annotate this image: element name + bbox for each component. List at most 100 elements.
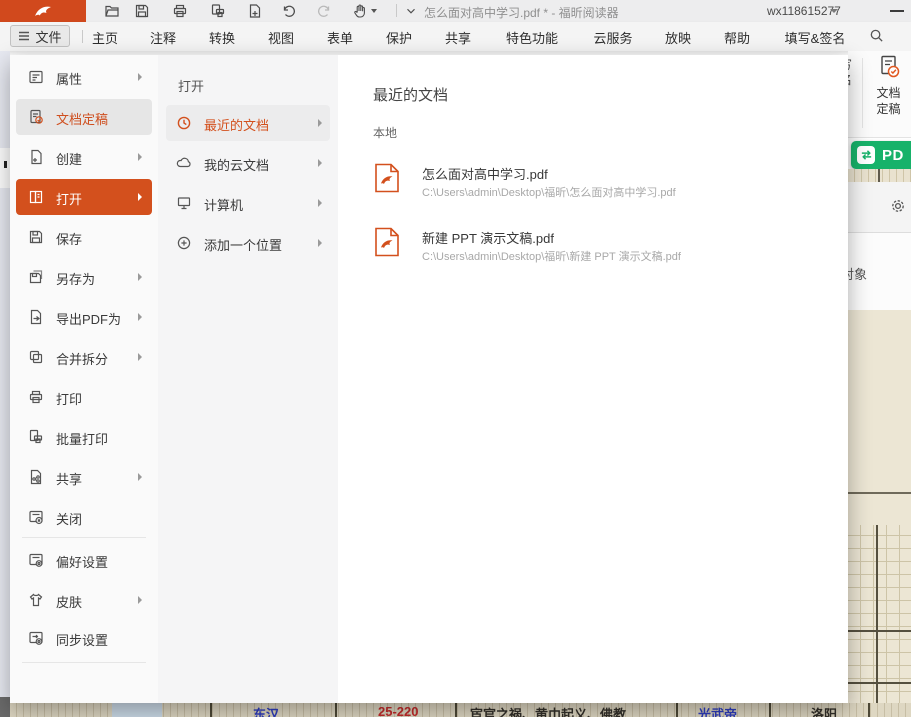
open-icon <box>28 189 44 205</box>
menu-item-properties[interactable]: 属性 <box>16 59 152 95</box>
tab-presentation[interactable]: 放映 <box>665 28 691 47</box>
skin-icon <box>28 592 44 608</box>
menu-divider <box>22 537 146 538</box>
submenu-header: 打开 <box>178 76 204 95</box>
preferences-icon <box>28 552 44 568</box>
submenu-arrow <box>138 193 142 201</box>
document-finalize-button[interactable]: 文档定稿 <box>866 55 911 133</box>
table-cell-highlight <box>112 703 162 717</box>
file-path: C:\Users\admin\Desktop\福昕\怎么面对高中学习.pdf <box>422 184 676 200</box>
file-name: 怎么面对高中学习.pdf <box>422 164 548 183</box>
print-menu-icon <box>28 389 44 405</box>
tab-home[interactable]: 主页 <box>92 28 118 47</box>
menu-item-create[interactable]: 创建 <box>16 139 152 175</box>
recent-file-row[interactable]: 新建 PPT 演示文稿.pdf C:\Users\admin\Desktop\福… <box>362 225 822 277</box>
submenu-item-computer[interactable]: 计算机 <box>166 185 330 221</box>
title-bar: 怎么面对高中学习.pdf * - 福昕阅读器 wx118615277 <box>0 0 911 22</box>
clock-icon <box>176 115 192 131</box>
print-icon[interactable] <box>172 3 188 19</box>
menu-divider <box>22 662 146 663</box>
pdf-file-icon <box>374 163 400 193</box>
save-icon[interactable] <box>134 3 150 19</box>
tab-cloud-service[interactable]: 云服务 <box>593 28 632 47</box>
menu-item-open[interactable]: 打开 <box>16 179 152 215</box>
search-icon[interactable] <box>869 28 884 43</box>
sync-settings-icon <box>28 630 44 646</box>
finalize-icon <box>28 109 44 125</box>
recent-documents-title: 最近的文档 <box>373 84 448 105</box>
account-dropdown-caret[interactable] <box>830 9 838 13</box>
submenu-arrow <box>138 473 142 481</box>
cloud-icon <box>176 155 192 171</box>
file-menu-sidebar: 属性 文档定稿 创建 打开 保存 <box>10 55 158 703</box>
table-cell-years: 25-220 <box>378 704 418 717</box>
background-clipped-button-text: 写名 <box>848 58 859 128</box>
document-ruler <box>848 169 911 182</box>
menu-item-finalize[interactable]: 文档定稿 <box>16 99 152 135</box>
pdf-convert-widget[interactable]: PD <box>851 141 911 169</box>
submenu-arrow <box>318 239 322 247</box>
tab-features[interactable]: 特色功能 <box>506 28 558 47</box>
open-file-icon[interactable] <box>104 3 120 19</box>
menu-item-save[interactable]: 保存 <box>16 219 152 255</box>
table-cell-capital: 洛阳 <box>811 704 837 717</box>
toolbar-expand-chevron-icon[interactable] <box>404 4 420 20</box>
menu-item-merge-split[interactable]: 合并拆分 <box>16 339 152 375</box>
local-section-label: 本地 <box>373 124 397 141</box>
tab-convert[interactable]: 转换 <box>209 28 235 47</box>
submenu-item-recent-documents[interactable]: 最近的文档 <box>166 105 330 141</box>
menu-item-export-pdf[interactable]: 导出PDF为 <box>16 299 152 335</box>
menu-item-close[interactable]: 关闭 <box>16 499 152 535</box>
tab-help[interactable]: 帮助 <box>724 28 750 47</box>
menu-item-batch-print[interactable]: 批量打印 <box>16 419 152 455</box>
submenu-arrow <box>138 353 142 361</box>
menu-item-preferences[interactable]: 偏好设置 <box>16 542 152 578</box>
close-document-icon <box>28 509 44 525</box>
finalize-label-line1: 文档 <box>876 86 900 100</box>
background-ribbon-divider <box>862 58 863 128</box>
gear-icon[interactable] <box>890 198 906 214</box>
batch-print-menu-icon <box>28 429 44 445</box>
object-panel-label: 对象 <box>848 264 888 280</box>
menu-item-save-as[interactable]: 另存为 <box>16 259 152 295</box>
foxit-logo <box>0 0 86 22</box>
undo-icon[interactable] <box>281 3 297 19</box>
file-path: C:\Users\admin\Desktop\福昕\新建 PPT 演示文稿.pd… <box>422 248 681 264</box>
finalize-label-line2: 定稿 <box>876 102 900 116</box>
background-document-page <box>848 310 911 717</box>
submenu-arrow <box>318 159 322 167</box>
submenu-arrow <box>138 73 142 81</box>
tab-view[interactable]: 视图 <box>268 28 294 47</box>
submenu-arrow <box>138 273 142 281</box>
menu-item-sync-settings[interactable]: 同步设置 <box>16 620 152 656</box>
submenu-arrow <box>138 596 142 604</box>
hand-tool-icon[interactable] <box>352 3 368 19</box>
file-menu-overlay: 属性 文档定稿 创建 打开 保存 <box>10 55 848 703</box>
submenu-arrow <box>138 153 142 161</box>
tab-share[interactable]: 共享 <box>445 28 471 47</box>
submenu-arrow <box>318 199 322 207</box>
computer-icon <box>176 195 192 211</box>
hand-tool-dropdown-caret[interactable] <box>371 9 377 13</box>
tab-protect[interactable]: 保护 <box>386 28 412 47</box>
submenu-arrow <box>138 313 142 321</box>
menu-item-skin[interactable]: 皮肤 <box>16 582 152 618</box>
recent-file-row[interactable]: 怎么面对高中学习.pdf C:\Users\admin\Desktop\福昕\怎… <box>362 161 822 213</box>
submenu-item-add-place[interactable]: 添加一个位置 <box>166 225 330 261</box>
tab-form[interactable]: 表单 <box>327 28 353 47</box>
merge-split-icon <box>28 349 44 365</box>
redo-icon[interactable] <box>316 3 332 19</box>
file-menu-button[interactable]: 文件 <box>10 25 70 47</box>
new-document-icon[interactable] <box>247 3 263 19</box>
submenu-item-cloud-documents[interactable]: 我的云文档 <box>166 145 330 181</box>
submenu-arrow <box>318 119 322 127</box>
open-submenu-panel: 打开 最近的文档 我的云文档 计算机 添加一个位置 <box>158 55 338 703</box>
menu-item-share[interactable]: 共享 <box>16 459 152 495</box>
tab-fill-sign[interactable]: 填写&签名 <box>785 28 846 47</box>
minimize-button[interactable] <box>890 10 904 12</box>
batch-print-icon[interactable] <box>210 3 226 19</box>
menu-item-print[interactable]: 打印 <box>16 379 152 415</box>
save-as-icon <box>28 269 44 285</box>
tab-comment[interactable]: 注释 <box>150 28 176 47</box>
table-cell-dynasty: 东汉 <box>253 704 279 717</box>
